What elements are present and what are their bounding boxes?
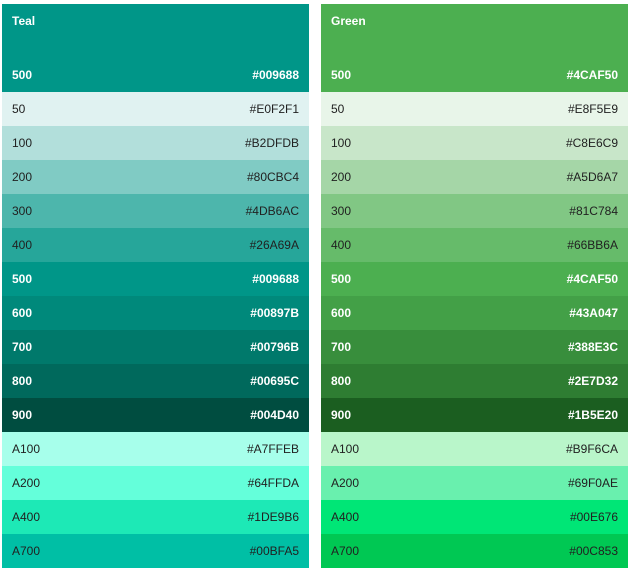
swatch-shade-label: 200	[331, 170, 352, 184]
swatch-hex-label: #00695C	[250, 374, 299, 388]
swatch-shade-label: 50	[331, 102, 345, 116]
swatch-hex-label: #26A69A	[249, 238, 299, 252]
swatch-row: A700 #00C853	[321, 534, 628, 568]
swatch-hex-label: #2E7D32	[567, 374, 618, 388]
palette-green: Green 500 #4CAF50 50 #E8F5E9 100 #C8E6C9 200…	[321, 4, 628, 568]
swatch-shade-label: 400	[331, 238, 352, 252]
swatch-shade-label: 300	[12, 204, 33, 218]
swatch-row: A700 #00BFA5	[2, 534, 309, 568]
primary-shade-label: 500	[331, 68, 352, 82]
primary-shade-label: 500	[12, 68, 33, 82]
swatch-hex-label: #C8E6C9	[565, 136, 618, 150]
swatch-hex-label: #80CBC4	[246, 170, 299, 184]
swatch-row: 900 #004D40	[2, 398, 309, 432]
primary-hex-label: #009688	[252, 68, 299, 82]
swatch-row: 300 #4DB6AC	[2, 194, 309, 228]
swatch-hex-label: #388E3C	[567, 340, 618, 354]
swatch-row: 600 #43A047	[321, 296, 628, 330]
swatch-row: A200 #64FFDA	[2, 466, 309, 500]
swatch-shade-label: A100	[331, 442, 360, 456]
swatch-list: 50 #E0F2F1 100 #B2DFDB 200 #80CBC4 300 #4DB6AC 4…	[2, 92, 309, 568]
swatch-shade-label: 600	[12, 306, 33, 320]
palette-name: Teal	[12, 14, 36, 28]
palette-name: Green	[331, 14, 366, 28]
swatch-list: 50 #E8F5E9 100 #C8E6C9 200 #A5D6A7 300 #81C784 4…	[321, 92, 628, 568]
palette-header: Green 500 #4CAF50	[321, 4, 628, 92]
palette-header: Teal 500 #009688	[2, 4, 309, 92]
swatch-row: 800 #2E7D32	[321, 364, 628, 398]
swatch-row: 100 #B2DFDB	[2, 126, 309, 160]
swatch-row: A400 #1DE9B6	[2, 500, 309, 534]
swatch-hex-label: #00796B	[250, 340, 299, 354]
swatch-hex-label: #B2DFDB	[244, 136, 299, 150]
swatch-hex-label: #00C853	[569, 544, 618, 558]
swatch-row: A200 #69F0AE	[321, 466, 628, 500]
swatch-hex-label: #00E676	[569, 510, 618, 524]
palette-teal: Teal 500 #009688 50 #E0F2F1 100 #B2DFDB 200 #…	[2, 4, 309, 568]
swatch-hex-label: #A7FFEB	[246, 442, 299, 456]
swatch-hex-label: #1DE9B6	[247, 510, 299, 524]
swatch-hex-label: #64FFDA	[247, 476, 299, 490]
swatch-shade-label: 600	[331, 306, 352, 320]
swatch-hex-label: #B9F6CA	[565, 442, 618, 456]
swatch-row: A100 #A7FFEB	[2, 432, 309, 466]
swatch-row: 200 #A5D6A7	[321, 160, 628, 194]
swatch-hex-label: #4DB6AC	[245, 204, 299, 218]
swatch-hex-label: #A5D6A7	[566, 170, 618, 184]
swatch-shade-label: 500	[12, 272, 33, 286]
swatch-row: 50 #E0F2F1	[2, 92, 309, 126]
swatch-hex-label: #E0F2F1	[249, 102, 299, 116]
swatch-shade-label: 800	[12, 374, 33, 388]
swatch-row: 500 #009688	[2, 262, 309, 296]
swatch-shade-label: 100	[331, 136, 352, 150]
swatch-shade-label: A700	[331, 544, 360, 558]
swatch-shade-label: 900	[331, 408, 352, 422]
swatch-row: 200 #80CBC4	[2, 160, 309, 194]
swatch-shade-label: A400	[331, 510, 360, 524]
swatch-hex-label: #69F0AE	[567, 476, 618, 490]
swatch-row: 700 #00796B	[2, 330, 309, 364]
swatch-hex-label: #66BB6A	[567, 238, 618, 252]
swatch-shade-label: A200	[331, 476, 360, 490]
swatch-shade-label: 100	[12, 136, 33, 150]
swatch-row: 50 #E8F5E9	[321, 92, 628, 126]
swatch-row: 500 #4CAF50	[321, 262, 628, 296]
swatch-row: 900 #1B5E20	[321, 398, 628, 432]
swatch-row: A400 #00E676	[321, 500, 628, 534]
swatch-shade-label: 500	[331, 272, 352, 286]
swatch-shade-label: 800	[331, 374, 352, 388]
swatch-hex-label: #009688	[252, 272, 299, 286]
swatch-shade-label: A400	[12, 510, 41, 524]
swatch-hex-label: #00BFA5	[249, 544, 299, 558]
swatch-row: 600 #00897B	[2, 296, 309, 330]
swatch-hex-label: #81C784	[569, 204, 618, 218]
swatch-row: 800 #00695C	[2, 364, 309, 398]
swatch-row: 400 #26A69A	[2, 228, 309, 262]
swatch-shade-label: 400	[12, 238, 33, 252]
swatch-shade-label: 700	[12, 340, 33, 354]
primary-hex-label: #4CAF50	[566, 68, 618, 82]
swatch-shade-label: 300	[331, 204, 352, 218]
swatch-shade-label: 50	[12, 102, 26, 116]
swatch-row: A100 #B9F6CA	[321, 432, 628, 466]
swatch-row: 300 #81C784	[321, 194, 628, 228]
swatch-hex-label: #43A047	[569, 306, 618, 320]
swatch-shade-label: A700	[12, 544, 41, 558]
swatch-shade-label: 900	[12, 408, 33, 422]
swatch-row: 400 #66BB6A	[321, 228, 628, 262]
swatch-hex-label: #00897B	[250, 306, 299, 320]
swatch-shade-label: A200	[12, 476, 41, 490]
swatch-shade-label: A100	[12, 442, 41, 456]
swatch-shade-label: 700	[331, 340, 352, 354]
swatch-hex-label: #E8F5E9	[567, 102, 618, 116]
swatch-row: 100 #C8E6C9	[321, 126, 628, 160]
swatch-hex-label: #004D40	[250, 408, 299, 422]
swatch-hex-label: #1B5E20	[567, 408, 618, 422]
swatch-row: 700 #388E3C	[321, 330, 628, 364]
swatch-shade-label: 200	[12, 170, 33, 184]
swatch-hex-label: #4CAF50	[566, 272, 618, 286]
